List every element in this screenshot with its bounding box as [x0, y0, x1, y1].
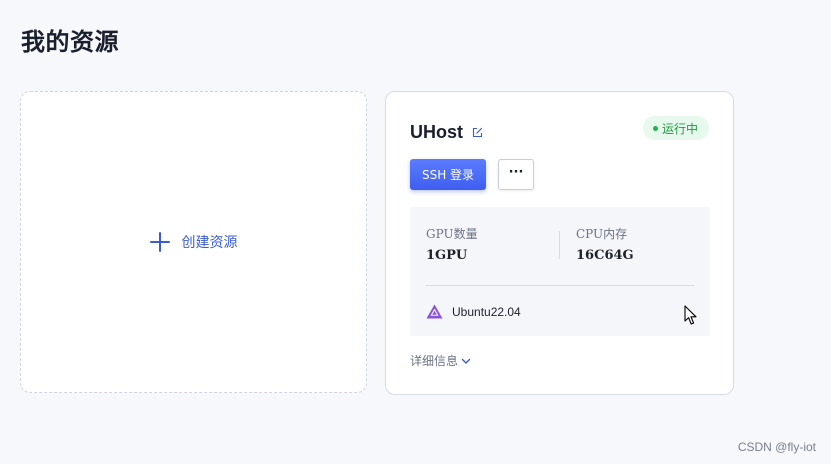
details-label: 详细信息 [410, 354, 459, 368]
edit-icon[interactable] [472, 127, 483, 138]
plus-icon [149, 232, 170, 252]
details-toggle[interactable]: 详细信息 [410, 352, 471, 369]
spec-panel: GPU数量 1GPU CPU内存 16C64G Ubuntu22.04 [410, 207, 710, 336]
create-resource-label: 创建资源 [181, 235, 238, 251]
status-text: 运行中 [661, 121, 698, 136]
status-dot-icon [652, 125, 658, 131]
mouse-cursor-icon [684, 305, 697, 325]
ubuntu-icon [426, 304, 443, 319]
page-title: 我的资源 [21, 28, 119, 56]
os-label: Ubuntu22.04 [452, 304, 521, 319]
ssh-login-button[interactable]: SSH 登录 [410, 159, 486, 190]
gpu-count-value: 1GPU [426, 248, 468, 263]
create-resource-content: 创建资源 [149, 232, 238, 252]
status-badge: 运行中 [642, 116, 709, 140]
host-name: UHost [410, 122, 463, 142]
watermark: CSDN @fly-iot [737, 440, 816, 454]
create-resource-card[interactable]: 创建资源 [20, 91, 367, 393]
spec-divider [559, 231, 560, 259]
more-actions-button[interactable]: ··· [498, 159, 534, 190]
chevron-down-icon [461, 358, 471, 364]
gpu-spec: GPU数量 1GPU [426, 225, 478, 263]
gpu-count-label: GPU数量 [426, 227, 478, 241]
cpu-spec: CPU内存 16C64G [576, 225, 634, 263]
os-info: Ubuntu22.04 [426, 304, 521, 319]
cpu-memory-value: 16C64G [576, 248, 634, 263]
spec-separator [426, 285, 694, 286]
uhost-resource-card: UHost 运行中 SSH 登录 ··· GPU数量 1GPU CPU内存 16… [385, 91, 734, 395]
cpu-memory-label: CPU内存 [576, 227, 628, 241]
